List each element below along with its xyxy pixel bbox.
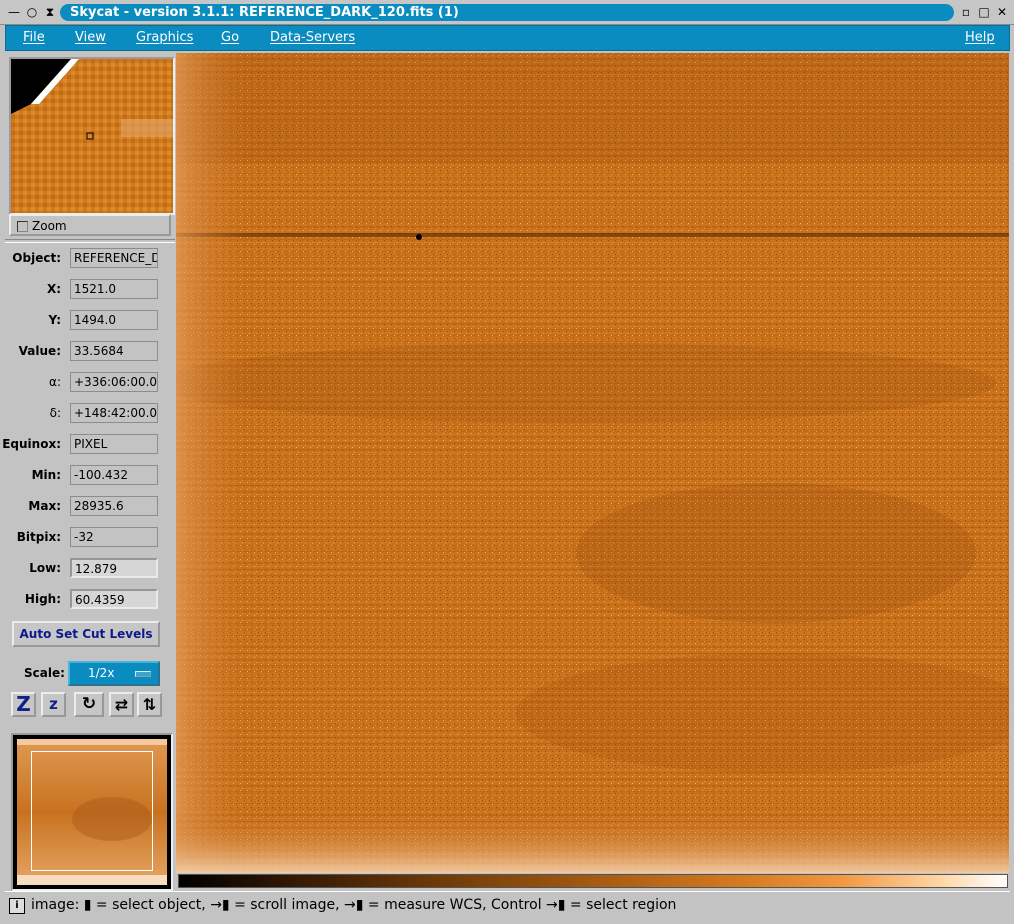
status-bar: i image: ▮ = select object, →▮ = scroll … bbox=[5, 891, 1010, 920]
scale-label: Scale: bbox=[24, 666, 65, 680]
rotate-icon: ↻ bbox=[81, 694, 97, 714]
option-menu-indicator-icon bbox=[135, 671, 151, 677]
zoom-out-icon: z bbox=[49, 695, 58, 713]
menu-go[interactable]: Go bbox=[221, 30, 239, 45]
info-row-y: Y: 1494.0 bbox=[5, 310, 175, 332]
flip-y-button[interactable]: ⇅ bbox=[137, 692, 162, 717]
close-icon[interactable]: ✕ bbox=[994, 4, 1010, 20]
object-field[interactable]: REFERENCE_DARK_120.fits bbox=[70, 248, 158, 268]
info-row-object: Object: REFERENCE_DARK_120.fits bbox=[5, 248, 175, 270]
flip-x-icon: ⇄ bbox=[114, 695, 129, 714]
main-image-texture bbox=[176, 53, 1009, 873]
status-text: image: ▮ = select object, →▮ = scroll im… bbox=[31, 897, 677, 913]
zoom-toggle[interactable]: Zoom bbox=[9, 214, 171, 236]
value-field[interactable]: 33.5684 bbox=[70, 341, 158, 361]
info-row-min: Min: -100.432 bbox=[5, 465, 175, 487]
checkbox-icon[interactable] bbox=[17, 221, 28, 232]
max-field[interactable]: 28935.6 bbox=[70, 496, 158, 516]
info-row-x: X: 1521.0 bbox=[5, 279, 175, 301]
panner-window[interactable] bbox=[11, 733, 173, 891]
window-circle-icon[interactable]: ○ bbox=[24, 4, 40, 20]
low-input[interactable]: 12.879 bbox=[70, 558, 158, 578]
panner-view-box[interactable] bbox=[31, 751, 153, 871]
bitpix-label: Bitpix: bbox=[16, 530, 61, 544]
zoom-image bbox=[11, 59, 173, 213]
flip-x-button[interactable]: ⇄ bbox=[109, 692, 134, 717]
high-input[interactable]: 60.4359 bbox=[70, 589, 158, 609]
colorbar[interactable] bbox=[178, 874, 1008, 888]
info-row-bitpix: Bitpix: -32 bbox=[5, 527, 175, 549]
x-field[interactable]: 1521.0 bbox=[70, 279, 158, 299]
panner-image[interactable] bbox=[17, 739, 167, 885]
info-icon: i bbox=[9, 898, 25, 914]
window-menu-icon[interactable]: — bbox=[6, 4, 22, 20]
menu-view[interactable]: View bbox=[75, 30, 106, 45]
min-field[interactable]: -100.432 bbox=[70, 465, 158, 485]
min-label: Min: bbox=[31, 468, 61, 482]
flip-y-icon: ⇅ bbox=[142, 695, 157, 714]
minimize-icon[interactable]: ▫ bbox=[958, 4, 974, 20]
window-title: Skycat - version 3.1.1: REFERENCE_DARK_1… bbox=[60, 4, 954, 21]
zoom-toggle-label: Zoom bbox=[32, 219, 67, 233]
equinox-label: Equinox: bbox=[2, 437, 61, 451]
menu-bar: File View Graphics Go Data-Servers Help bbox=[5, 25, 1010, 51]
low-label: Low: bbox=[29, 561, 61, 575]
menu-data-servers[interactable]: Data-Servers bbox=[270, 30, 355, 45]
auto-set-cut-levels-button[interactable]: Auto Set Cut Levels bbox=[12, 621, 160, 647]
divider bbox=[5, 239, 175, 243]
x-label: X: bbox=[46, 282, 61, 296]
window-shade-icon[interactable]: ⧗ bbox=[42, 4, 58, 20]
menu-help[interactable]: Help bbox=[965, 30, 995, 45]
object-label: Object: bbox=[12, 251, 61, 265]
bad-pixel-icon bbox=[416, 234, 422, 240]
zoom-window bbox=[9, 57, 175, 215]
info-row-value: Value: 33.5684 bbox=[5, 341, 175, 363]
ra-field[interactable]: +336:06:00.000 bbox=[70, 372, 158, 392]
menu-graphics[interactable]: Graphics bbox=[136, 30, 193, 45]
dec-label: δ: bbox=[49, 406, 61, 420]
dec-field[interactable]: +148:42:00.00 bbox=[70, 403, 158, 423]
window-title-bar: — ○ ⧗ Skycat - version 3.1.1: REFERENCE_… bbox=[0, 0, 1014, 25]
zoom-in-button[interactable]: Z bbox=[11, 692, 36, 717]
bitpix-field[interactable]: -32 bbox=[70, 527, 158, 547]
equinox-field[interactable]: PIXEL bbox=[70, 434, 158, 454]
high-label: High: bbox=[24, 592, 61, 606]
ra-label: α: bbox=[49, 375, 61, 389]
info-row-high: High: 60.4359 bbox=[5, 589, 175, 611]
maximize-icon[interactable]: □ bbox=[976, 4, 992, 20]
y-field[interactable]: 1494.0 bbox=[70, 310, 158, 330]
zoom-in-icon: Z bbox=[16, 692, 31, 716]
scale-value: 1/2x bbox=[88, 666, 115, 680]
info-row-ra: α: +336:06:00.000 bbox=[5, 372, 175, 394]
info-row-low: Low: 12.879 bbox=[5, 558, 175, 580]
rotate-button[interactable]: ↻ bbox=[74, 692, 104, 717]
y-label: Y: bbox=[48, 313, 61, 327]
info-row-dec: δ: +148:42:00.00 bbox=[5, 403, 175, 425]
scale-menu[interactable]: 1/2x bbox=[68, 661, 160, 686]
zoom-out-button[interactable]: z bbox=[41, 692, 66, 717]
info-row-equinox: Equinox: PIXEL bbox=[2, 434, 175, 456]
main-image-canvas[interactable] bbox=[176, 53, 1009, 873]
value-label: Value: bbox=[18, 344, 61, 358]
info-row-max: Max: 28935.6 bbox=[5, 496, 175, 518]
menu-file[interactable]: File bbox=[23, 30, 45, 45]
control-panel: Zoom Object: REFERENCE_DARK_120.fits X: … bbox=[2, 53, 175, 891]
max-label: Max: bbox=[28, 499, 61, 513]
